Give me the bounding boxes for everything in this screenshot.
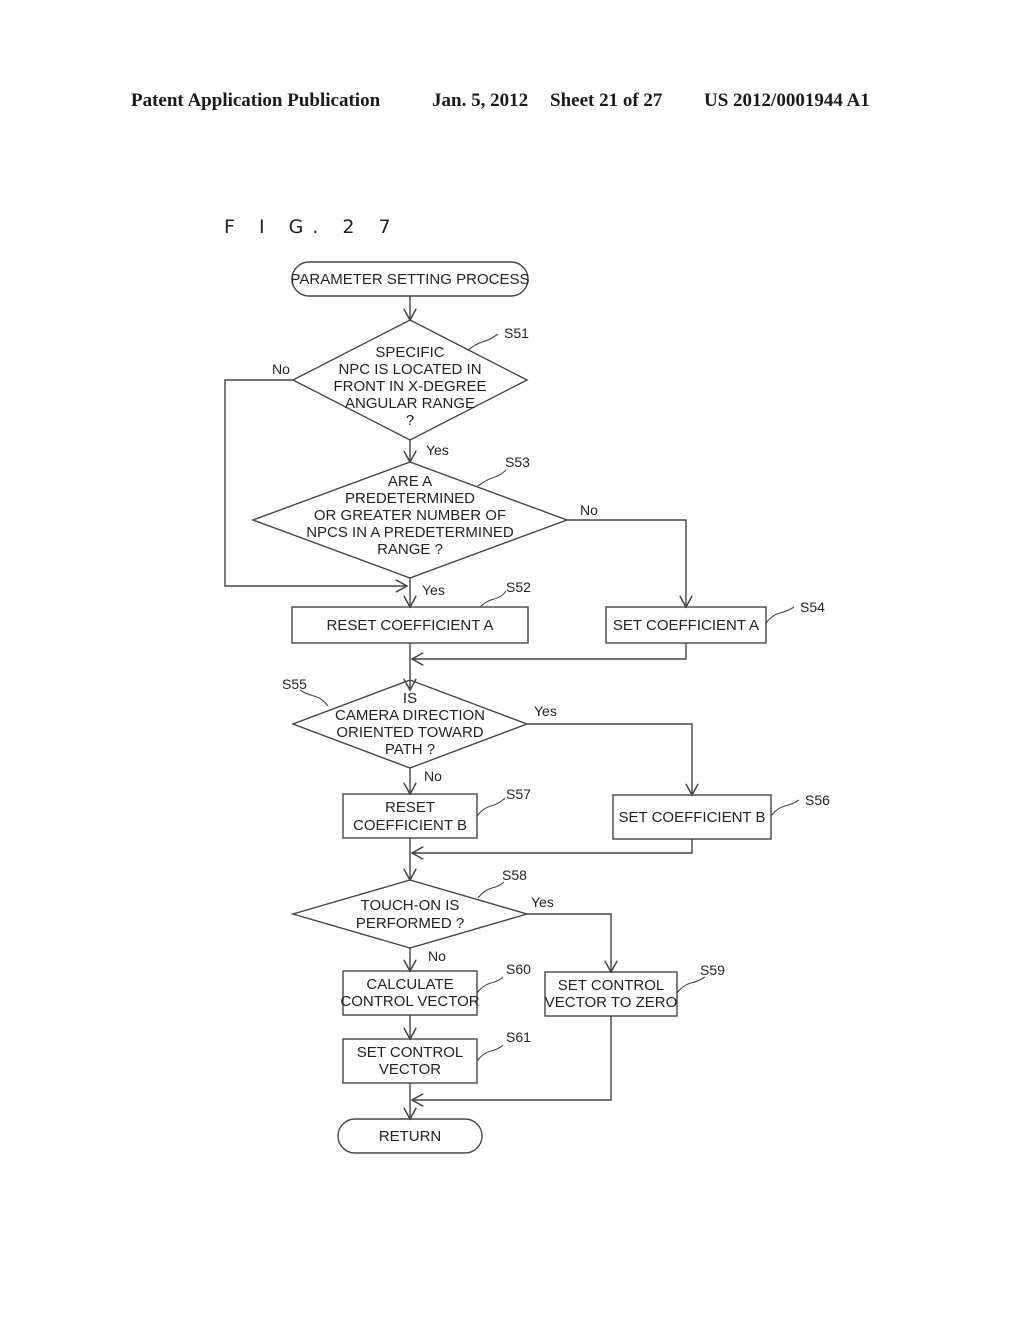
s53-line-5: RANGE ? bbox=[377, 541, 443, 558]
process-s52: RESET COEFFICIENT A bbox=[291, 606, 529, 644]
s55-id: S55 bbox=[282, 676, 307, 692]
s53-leader bbox=[477, 469, 507, 487]
s56-text: SET COEFFICIENT B bbox=[619, 809, 766, 826]
s59-line-2: VECTOR TO ZERO bbox=[545, 994, 678, 1011]
s51-id: S51 bbox=[504, 325, 529, 341]
end-text: RETURN bbox=[379, 1128, 442, 1145]
process-s59: SET CONTROL VECTOR TO ZERO bbox=[544, 971, 678, 1017]
s52-text: RESET COEFFICIENT A bbox=[327, 617, 494, 634]
arrow-s54-merge bbox=[412, 643, 687, 659]
process-s60: CALCULATE CONTROL VECTOR bbox=[340, 970, 480, 1016]
s57-leader bbox=[476, 797, 506, 817]
s57-line-2: COEFFICIENT B bbox=[353, 817, 467, 834]
s53-line-2: PREDETERMINED bbox=[345, 490, 475, 507]
s51-leader bbox=[467, 333, 499, 351]
s51-no-label: No bbox=[272, 361, 290, 377]
s61-line-2: VECTOR bbox=[379, 1061, 441, 1078]
s55-line-3: ORIENTED TOWARD bbox=[336, 724, 483, 741]
s57-line-1: RESET bbox=[385, 799, 435, 816]
arrow-s53-no bbox=[567, 519, 686, 607]
s51-line-1: SPECIFIC bbox=[375, 344, 444, 361]
s55-line-1: IS bbox=[403, 690, 417, 707]
s53-line-4: NPCS IN A PREDETERMINED bbox=[306, 524, 514, 541]
arrow-s56-merge bbox=[412, 839, 693, 853]
s58-yes-label: Yes bbox=[531, 894, 554, 910]
s55-leader bbox=[299, 689, 329, 707]
process-s61: SET CONTROL VECTOR bbox=[342, 1038, 478, 1084]
s61-id: S61 bbox=[506, 1029, 531, 1045]
s51-line-4: ANGULAR RANGE bbox=[345, 395, 475, 412]
s58-line-1: TOUCH-ON IS bbox=[361, 897, 460, 914]
s55-line-4: PATH ? bbox=[385, 741, 435, 758]
s53-line-1: ARE A bbox=[388, 473, 432, 490]
s54-text: SET COEFFICIENT A bbox=[613, 617, 759, 634]
s56-id: S56 bbox=[805, 792, 830, 808]
start-text: PARAMETER SETTING PROCESS bbox=[291, 271, 530, 288]
s58-no-label: No bbox=[428, 948, 446, 964]
process-s54: SET COEFFICIENT A bbox=[605, 606, 767, 644]
s54-leader bbox=[765, 606, 795, 624]
decision-s53: ARE A PREDETERMINED OR GREATER NUMBER OF… bbox=[250, 461, 570, 579]
s61-leader bbox=[476, 1044, 504, 1062]
decision-s58: TOUCH-ON IS PERFORMED ? bbox=[290, 879, 530, 949]
s53-line-3: OR GREATER NUMBER OF bbox=[314, 507, 506, 524]
s53-yes-label: Yes bbox=[422, 582, 445, 598]
s55-no-label: No bbox=[424, 768, 442, 784]
s61-line-1: SET CONTROL bbox=[357, 1044, 463, 1061]
flowchart: PARAMETER SETTING PROCESS SPECIFIC NPC I… bbox=[224, 261, 830, 1154]
s60-leader bbox=[476, 976, 504, 994]
process-s57: RESET COEFFICIENT B bbox=[342, 793, 478, 839]
process-s56: SET COEFFICIENT B bbox=[612, 794, 772, 840]
s56-leader bbox=[770, 799, 800, 817]
s57-id: S57 bbox=[506, 786, 531, 802]
s51-line-2: NPC IS LOCATED IN bbox=[338, 361, 481, 378]
s51-line-5: ? bbox=[406, 412, 414, 429]
end-terminal: RETURN bbox=[337, 1118, 483, 1154]
s60-line-1: CALCULATE bbox=[366, 976, 453, 993]
s55-yes-label: Yes bbox=[534, 703, 557, 719]
s52-id: S52 bbox=[506, 579, 531, 595]
s59-id: S59 bbox=[700, 962, 725, 978]
s58-leader bbox=[477, 881, 505, 899]
s54-id: S54 bbox=[800, 599, 825, 615]
start-terminal: PARAMETER SETTING PROCESS bbox=[291, 261, 530, 297]
s58-id: S58 bbox=[502, 867, 527, 883]
s55-line-2: CAMERA DIRECTION bbox=[335, 707, 485, 724]
s60-line-2: CONTROL VECTOR bbox=[340, 993, 479, 1010]
s52-leader bbox=[479, 590, 507, 608]
s59-line-1: SET CONTROL bbox=[558, 977, 664, 994]
s53-no-label: No bbox=[580, 502, 598, 518]
arrow-s58-yes bbox=[527, 913, 611, 972]
decision-s55: IS CAMERA DIRECTION ORIENTED TOWARD PATH… bbox=[291, 679, 529, 769]
s60-id: S60 bbox=[506, 961, 531, 977]
s59-leader bbox=[676, 976, 706, 994]
s58-line-2: PERFORMED ? bbox=[356, 915, 464, 932]
s53-id: S53 bbox=[505, 454, 530, 470]
arrow-s55-yes bbox=[527, 723, 692, 795]
s51-line-3: FRONT IN X-DEGREE bbox=[333, 378, 486, 395]
s51-yes-label: Yes bbox=[426, 442, 449, 458]
